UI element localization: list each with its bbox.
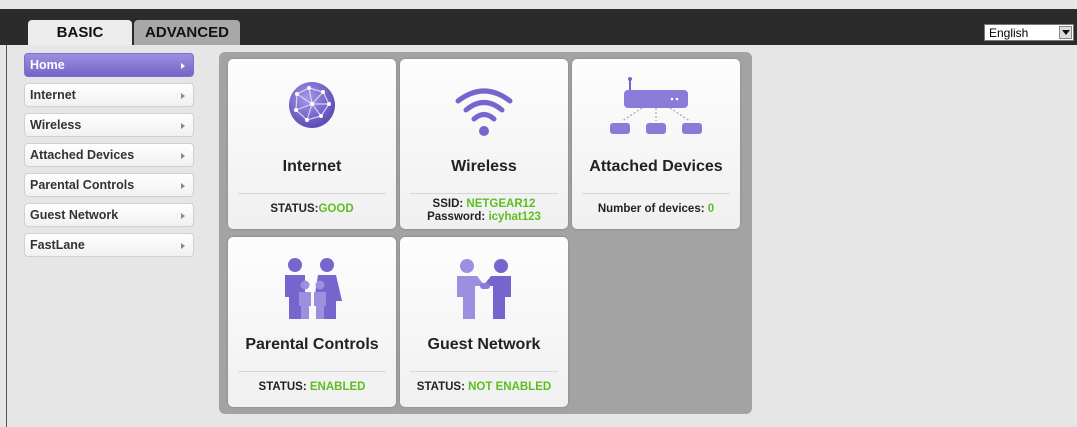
dashboard-panel: Internet STATUS:GOOD Wireless SSID: NETG… <box>219 52 752 414</box>
ssid-line: SSID: NETGEAR12 <box>400 198 568 211</box>
status-label: STATUS: <box>258 381 307 393</box>
devices-count: Number of devices: 0 <box>572 203 740 215</box>
language-select-value: English <box>989 26 1029 40</box>
left-border <box>6 45 7 427</box>
card-title: Guest Network <box>427 336 541 353</box>
devices-label: Number of devices: <box>597 203 705 215</box>
sidebar-item-label: Wireless <box>30 118 82 132</box>
sidebar: Home Internet Wireless Attached Devices … <box>24 53 194 263</box>
sidebar-item-label: Internet <box>30 88 76 102</box>
card-title: Wireless <box>451 158 517 175</box>
tab-advanced[interactable]: ADVANCED <box>134 20 240 45</box>
arrow-right-icon <box>181 243 185 249</box>
arrow-right-icon <box>181 213 185 219</box>
ssid-label: SSID: <box>432 198 464 210</box>
status-value: GOOD <box>318 203 354 215</box>
sidebar-item-label: Home <box>30 58 65 72</box>
sidebar-item-home[interactable]: Home <box>24 53 194 77</box>
password-label: Password: <box>427 211 486 223</box>
sidebar-item-internet[interactable]: Internet <box>24 83 194 107</box>
devices-value: 0 <box>707 203 715 215</box>
sidebar-item-label: FastLane <box>30 238 85 252</box>
status-value: NOT ENABLED <box>468 381 552 393</box>
family-icon <box>285 258 342 319</box>
internet-status: STATUS:GOOD <box>228 203 396 215</box>
language-select[interactable]: English <box>984 24 1074 41</box>
guest-network-card[interactable]: Guest Network STATUS: NOT ENABLED <box>400 237 568 407</box>
arrow-right-icon <box>181 63 185 69</box>
sidebar-item-label: Guest Network <box>30 208 119 222</box>
parental-status: STATUS: ENABLED <box>228 381 396 393</box>
guest-status: STATUS: NOT ENABLED <box>400 381 568 393</box>
card-divider <box>582 193 730 194</box>
wireless-info: SSID: NETGEAR12 Password: icyhat123 <box>400 198 568 224</box>
wifi-icon <box>455 88 513 136</box>
parental-controls-card[interactable]: Parental Controls STATUS: ENABLED <box>228 237 396 407</box>
arrow-right-icon <box>181 183 185 189</box>
arrow-right-icon <box>181 153 185 159</box>
sidebar-item-label: Parental Controls <box>30 178 135 192</box>
arrow-right-icon <box>181 93 185 99</box>
card-title: Attached Devices <box>589 158 723 175</box>
status-value: ENABLED <box>309 381 366 393</box>
card-title: Parental Controls <box>245 336 379 353</box>
chevron-down-icon[interactable] <box>1059 26 1072 39</box>
internet-card[interactable]: Internet STATUS:GOOD <box>228 59 396 229</box>
sidebar-item-attached-devices[interactable]: Attached Devices <box>24 143 194 167</box>
sidebar-item-wireless[interactable]: Wireless <box>24 113 194 137</box>
ssid-value: NETGEAR12 <box>466 198 536 210</box>
wireless-card[interactable]: Wireless SSID: NETGEAR12 Password: icyha… <box>400 59 568 229</box>
status-label: STATUS: <box>270 203 319 215</box>
sidebar-item-label: Attached Devices <box>30 148 135 162</box>
card-divider <box>238 371 386 372</box>
globe-icon <box>289 82 335 128</box>
arrow-right-icon <box>181 123 185 129</box>
guest-people-icon <box>457 259 511 319</box>
status-label: STATUS: <box>416 381 465 393</box>
card-divider <box>410 371 558 372</box>
card-divider <box>238 193 386 194</box>
tab-basic[interactable]: BASIC <box>28 20 132 45</box>
card-divider <box>410 193 558 194</box>
sidebar-item-parental-controls[interactable]: Parental Controls <box>24 173 194 197</box>
sidebar-item-fastlane[interactable]: FastLane <box>24 233 194 257</box>
attached-devices-card[interactable]: Attached Devices Number of devices: 0 <box>572 59 740 229</box>
card-title: Internet <box>282 158 342 175</box>
router-icon <box>610 77 702 134</box>
sidebar-item-guest-network[interactable]: Guest Network <box>24 203 194 227</box>
password-line: Password: icyhat123 <box>400 211 568 224</box>
password-value: icyhat123 <box>488 211 541 223</box>
